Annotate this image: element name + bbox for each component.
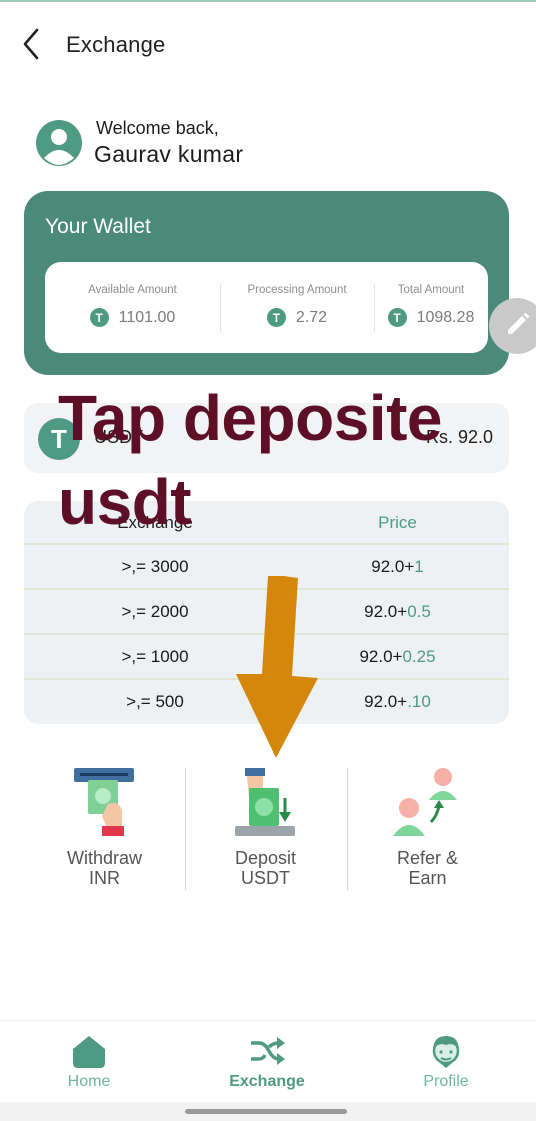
shuffle-icon — [251, 1037, 285, 1065]
quick-actions: Withdraw INR Deposit USDT Refer & Earn — [24, 760, 509, 894]
row-price: 92.0+.10 — [364, 692, 431, 711]
row-exchange: >,= 3000 — [121, 557, 189, 576]
nav-home[interactable]: Home — [0, 1021, 178, 1103]
home-icon — [73, 1036, 105, 1068]
processing-amount: Processing Amount T 2.72 — [220, 262, 374, 353]
bottom-navigation: Home Exchange Profile — [0, 1020, 536, 1102]
wallet-title: Your Wallet — [45, 215, 151, 238]
table-row: >,= 2000 92.0+0.5 — [24, 590, 509, 635]
header-price: Price — [378, 513, 417, 532]
wallet-card: Your Wallet Available Amount T 1101.00 P… — [24, 191, 509, 375]
nav-profile-label: Profile — [423, 1073, 469, 1090]
app-header: Exchange — [0, 14, 536, 76]
table-row: >,= 3000 92.0+1 — [24, 545, 509, 590]
available-amount-value: 1101.00 — [118, 308, 176, 326]
table-row: >,= 1000 92.0+0.25 — [24, 635, 509, 680]
total-amount-value: 1098.28 — [416, 308, 475, 326]
nav-profile[interactable]: Profile — [357, 1021, 535, 1103]
exchange-rate-table: Exchange Price >,= 3000 92.0+1 >,= 2000 … — [24, 501, 509, 724]
edit-button[interactable] — [489, 298, 536, 354]
system-navigation-bar — [0, 1102, 536, 1121]
usdt-name: USDT — [94, 427, 143, 447]
row-exchange: >,= 1000 — [121, 647, 189, 666]
chevron-left-icon — [23, 28, 39, 60]
table-header: Exchange Price — [24, 501, 509, 545]
table-row: >,= 500 92.0+.10 — [24, 680, 509, 724]
row-price: 92.0+0.25 — [359, 647, 436, 666]
back-button[interactable] — [18, 26, 48, 62]
tether-logo-icon: T — [38, 418, 80, 460]
profile-face-icon — [432, 1036, 460, 1068]
row-price: 92.0+0.5 — [364, 602, 431, 621]
processing-amount-label: Processing Amount — [247, 284, 347, 296]
welcome-section: Welcome back, Gaurav kumar — [36, 114, 436, 174]
page-title: Exchange — [66, 32, 166, 57]
usdt-price: Rs. 92.0 — [425, 427, 493, 447]
avatar-icon — [36, 120, 82, 166]
refer-people-icon — [393, 768, 457, 836]
withdraw-inr-button[interactable]: Withdraw INR — [24, 760, 185, 894]
deposit-usdt-label: Deposit USDT — [234, 848, 297, 888]
row-exchange: >,= 500 — [126, 692, 184, 711]
nav-exchange[interactable]: Exchange — [178, 1021, 356, 1103]
withdraw-inr-label: Withdraw INR — [66, 848, 142, 888]
row-exchange: >,= 2000 — [121, 602, 189, 621]
total-amount-label: Total Amount — [397, 284, 465, 296]
nav-home-label: Home — [67, 1073, 111, 1090]
available-amount: Available Amount T 1101.00 — [45, 262, 220, 353]
user-name: Gaurav kumar — [94, 141, 244, 167]
row-price: 92.0+1 — [371, 557, 424, 576]
welcome-greeting: Welcome back, — [96, 118, 219, 138]
tether-coin-icon: T — [387, 308, 407, 327]
refer-earn-button[interactable]: Refer & Earn — [347, 760, 508, 894]
atm-withdraw-icon — [74, 768, 134, 836]
processing-amount-value: 2.72 — [295, 308, 328, 326]
tether-coin-icon: T — [266, 308, 286, 327]
header-exchange: Exchange — [117, 513, 193, 532]
nav-exchange-label: Exchange — [229, 1073, 305, 1090]
pencil-icon — [508, 312, 530, 334]
available-amount-label: Available Amount — [88, 284, 177, 296]
usdt-price-row: T USDT Rs. 92.0 — [24, 403, 509, 473]
total-amount: Total Amount T 1098.28 — [374, 262, 488, 353]
deposit-usdt-button[interactable]: Deposit USDT — [185, 760, 346, 894]
top-accent-line — [0, 0, 536, 2]
home-indicator[interactable] — [185, 1109, 347, 1114]
wallet-balances: Available Amount T 1101.00 Processing Am… — [45, 262, 488, 353]
refer-earn-label: Refer & Earn — [396, 848, 459, 888]
cash-deposit-icon — [235, 768, 295, 836]
tether-coin-icon: T — [89, 308, 109, 327]
